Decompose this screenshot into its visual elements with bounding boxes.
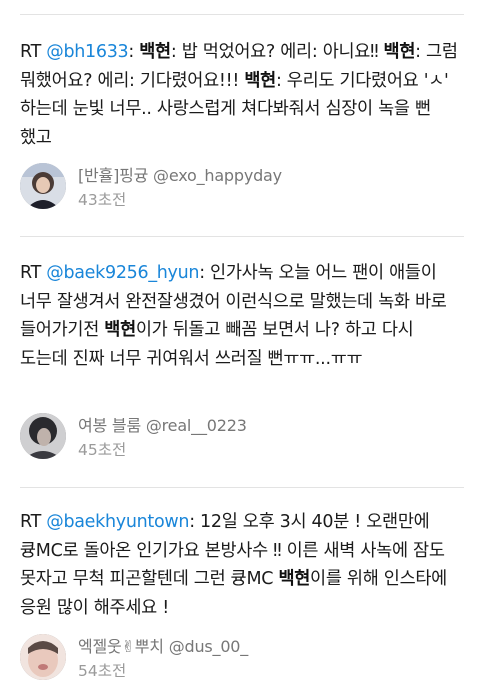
highlighted-name: 백현 — [139, 42, 171, 62]
tweet-divider — [20, 236, 464, 237]
avatar[interactable] — [20, 413, 66, 459]
highlighted-name: 백현 — [104, 320, 136, 340]
tweet-text: RT @bh1633: 백현: 밥 먹었어요? 에리: 아니요‼ 백현: 그럼 … — [20, 38, 466, 152]
highlighted-name: 백현 — [278, 569, 311, 589]
tweet-3[interactable]: RT @baekhyuntown: 12일 오후 3시 40분 ! 오랜만에 큥… — [20, 508, 466, 622]
tweet-text-segment: : 밥 먹었어요? 에리: 아니요‼ — [170, 42, 384, 62]
tweet-1[interactable]: RT @bh1633: 백현: 밥 먹었어요? 에리: 아니요‼ 백현: 그럼 … — [20, 38, 466, 152]
retweet-marker: RT — [20, 263, 41, 283]
tweet-2[interactable]: RT @baek9256_hyun: 인가사녹 오늘 어느 팬이 애들이 너무 … — [20, 259, 466, 373]
timestamp: 54초전 — [78, 662, 127, 680]
mention-link[interactable]: @baek9256_hyun — [46, 263, 199, 283]
mention-link[interactable]: @baekhyuntown — [46, 512, 189, 532]
tweet-text: RT @baekhyuntown: 12일 오후 3시 40분 ! 오랜만에 큥… — [20, 508, 466, 622]
author-name[interactable]: 엑젤웃✌뿌치 @dus_00_ — [78, 633, 248, 657]
top-divider — [20, 14, 464, 15]
highlighted-name: 백현 — [244, 70, 276, 91]
timestamp: 45초전 — [78, 441, 127, 459]
tweet-divider — [20, 487, 464, 488]
author-name[interactable]: 여봉 블룸 @real__0223 — [78, 412, 247, 436]
highlighted-name: 백현 — [383, 42, 416, 62]
retweet-marker: RT — [20, 512, 41, 532]
avatar[interactable] — [20, 634, 66, 680]
tweet-text: RT @baek9256_hyun: 인가사녹 오늘 어느 팬이 애들이 너무 … — [20, 259, 466, 373]
avatar[interactable] — [20, 163, 66, 209]
retweet-marker: RT — [20, 42, 41, 62]
tweet-text-segment: : — [128, 42, 140, 62]
timestamp: 43초전 — [78, 191, 127, 209]
author-name[interactable]: [반휼]핑귱 @exo_happyday — [78, 162, 282, 186]
mention-link[interactable]: @bh1633 — [46, 42, 128, 62]
